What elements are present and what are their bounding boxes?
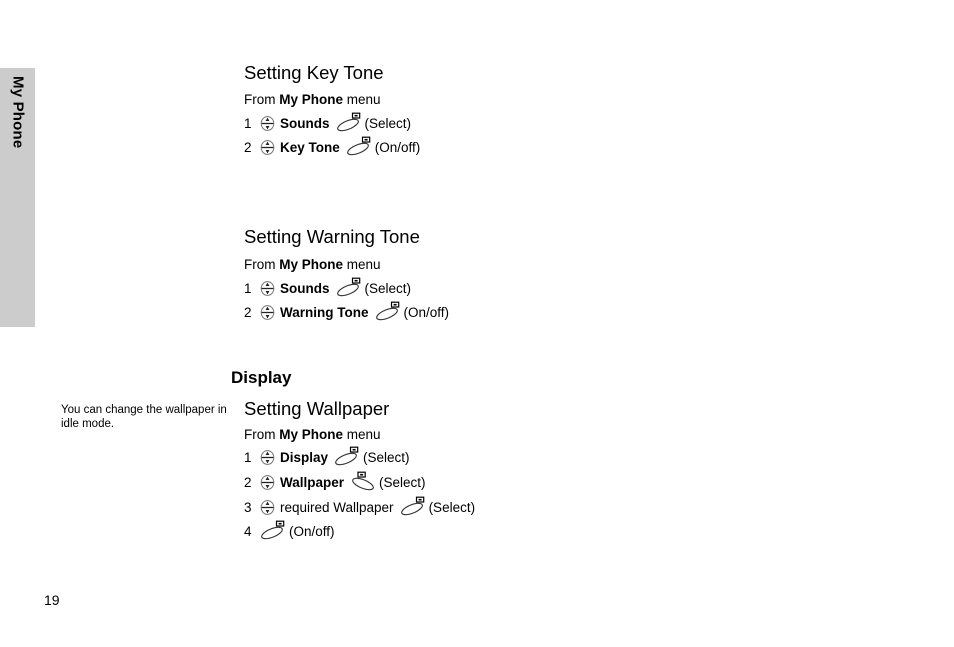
softkey-left-icon [259, 520, 286, 540]
scroll-updown-icon [259, 499, 276, 516]
softkey-right-icon [349, 471, 376, 491]
section-heading-setting-wallpaper: Setting Wallpaper [244, 398, 880, 420]
step-label: Sounds [280, 115, 330, 131]
step-number: 2 [244, 139, 252, 155]
step-action: (On/off) [289, 523, 335, 539]
step-label: Wallpaper [280, 474, 345, 490]
step-number: 1 [244, 115, 252, 131]
from-menu-name: My Phone [279, 92, 344, 107]
softkey-left-icon [333, 446, 360, 466]
scroll-updown-icon [259, 449, 276, 466]
from-prefix: From [244, 257, 276, 272]
softkey-left-icon [374, 301, 401, 321]
step-number: 1 [244, 280, 252, 296]
softkey-left-icon [345, 136, 372, 156]
sidebar-chapter-tab: My Phone [0, 68, 35, 327]
step-number: 1 [244, 449, 252, 465]
step-row: 4 (On/off) [244, 520, 335, 541]
page-number: 19 [44, 592, 60, 608]
from-menu-line-key-tone: From My Phone menu [244, 92, 381, 107]
softkey-left-icon [335, 112, 362, 132]
from-suffix: menu [346, 92, 381, 107]
from-menu-line-wallpaper: From My Phone menu [244, 427, 381, 442]
step-label: Display [280, 449, 329, 465]
scroll-updown-icon [259, 304, 276, 321]
softkey-left-icon [399, 496, 426, 516]
step-action: (Select) [363, 449, 410, 465]
step-row: 2 Key Tone (On/off) [244, 136, 421, 157]
from-suffix: menu [346, 257, 381, 272]
step-number: 2 [244, 474, 252, 490]
step-action: (On/off) [403, 304, 450, 320]
step-row: 1 Sounds (Select) [244, 277, 412, 298]
section-title: Setting Warning Tone [244, 226, 420, 247]
step-number: 3 [244, 499, 252, 515]
step-number: 2 [244, 304, 252, 320]
scroll-updown-icon [259, 139, 276, 156]
from-prefix: From [244, 427, 276, 442]
from-suffix: menu [346, 427, 381, 442]
step-action: (Select) [379, 474, 426, 490]
step-row: 3 required Wallpaper (Select) [244, 496, 476, 517]
step-action: (Select) [428, 499, 476, 515]
chapter-heading-display: Display [231, 368, 292, 387]
from-menu-name: My Phone [279, 427, 344, 442]
step-number: 4 [244, 523, 252, 539]
step-label: Sounds [280, 280, 330, 296]
step-row: 1 Display (Select) [244, 446, 410, 467]
scroll-updown-icon [259, 115, 276, 132]
section-heading-setting-warning-tone: Setting Warning Tone [244, 226, 880, 248]
step-label: required Wallpaper [280, 499, 394, 515]
step-label: Warning Tone [280, 304, 369, 320]
step-action: (Select) [364, 280, 412, 296]
step-action: (On/off) [374, 139, 421, 155]
step-row: 2 Wallpaper (Select) [244, 471, 426, 492]
from-prefix: From [244, 92, 276, 107]
scroll-updown-icon [259, 280, 276, 297]
step-row: 2 Warning Tone (On/off) [244, 301, 450, 322]
section-title: Setting Wallpaper [244, 398, 390, 419]
from-menu-name: My Phone [279, 257, 344, 272]
step-row: 1 Sounds (Select) [244, 112, 412, 133]
section-heading-setting-key-tone: Setting Key Tone [244, 62, 880, 84]
step-label: Key Tone [280, 139, 340, 155]
step-action: (Select) [364, 115, 412, 131]
section-title: Setting Key Tone [244, 62, 384, 83]
softkey-left-icon [335, 277, 362, 297]
scroll-updown-icon [259, 474, 276, 491]
sidebar-chapter-tab-label: My Phone [9, 76, 26, 149]
margin-note: You can change the wallpaper in idle mod… [61, 404, 227, 430]
from-menu-line-warning-tone: From My Phone menu [244, 257, 381, 272]
